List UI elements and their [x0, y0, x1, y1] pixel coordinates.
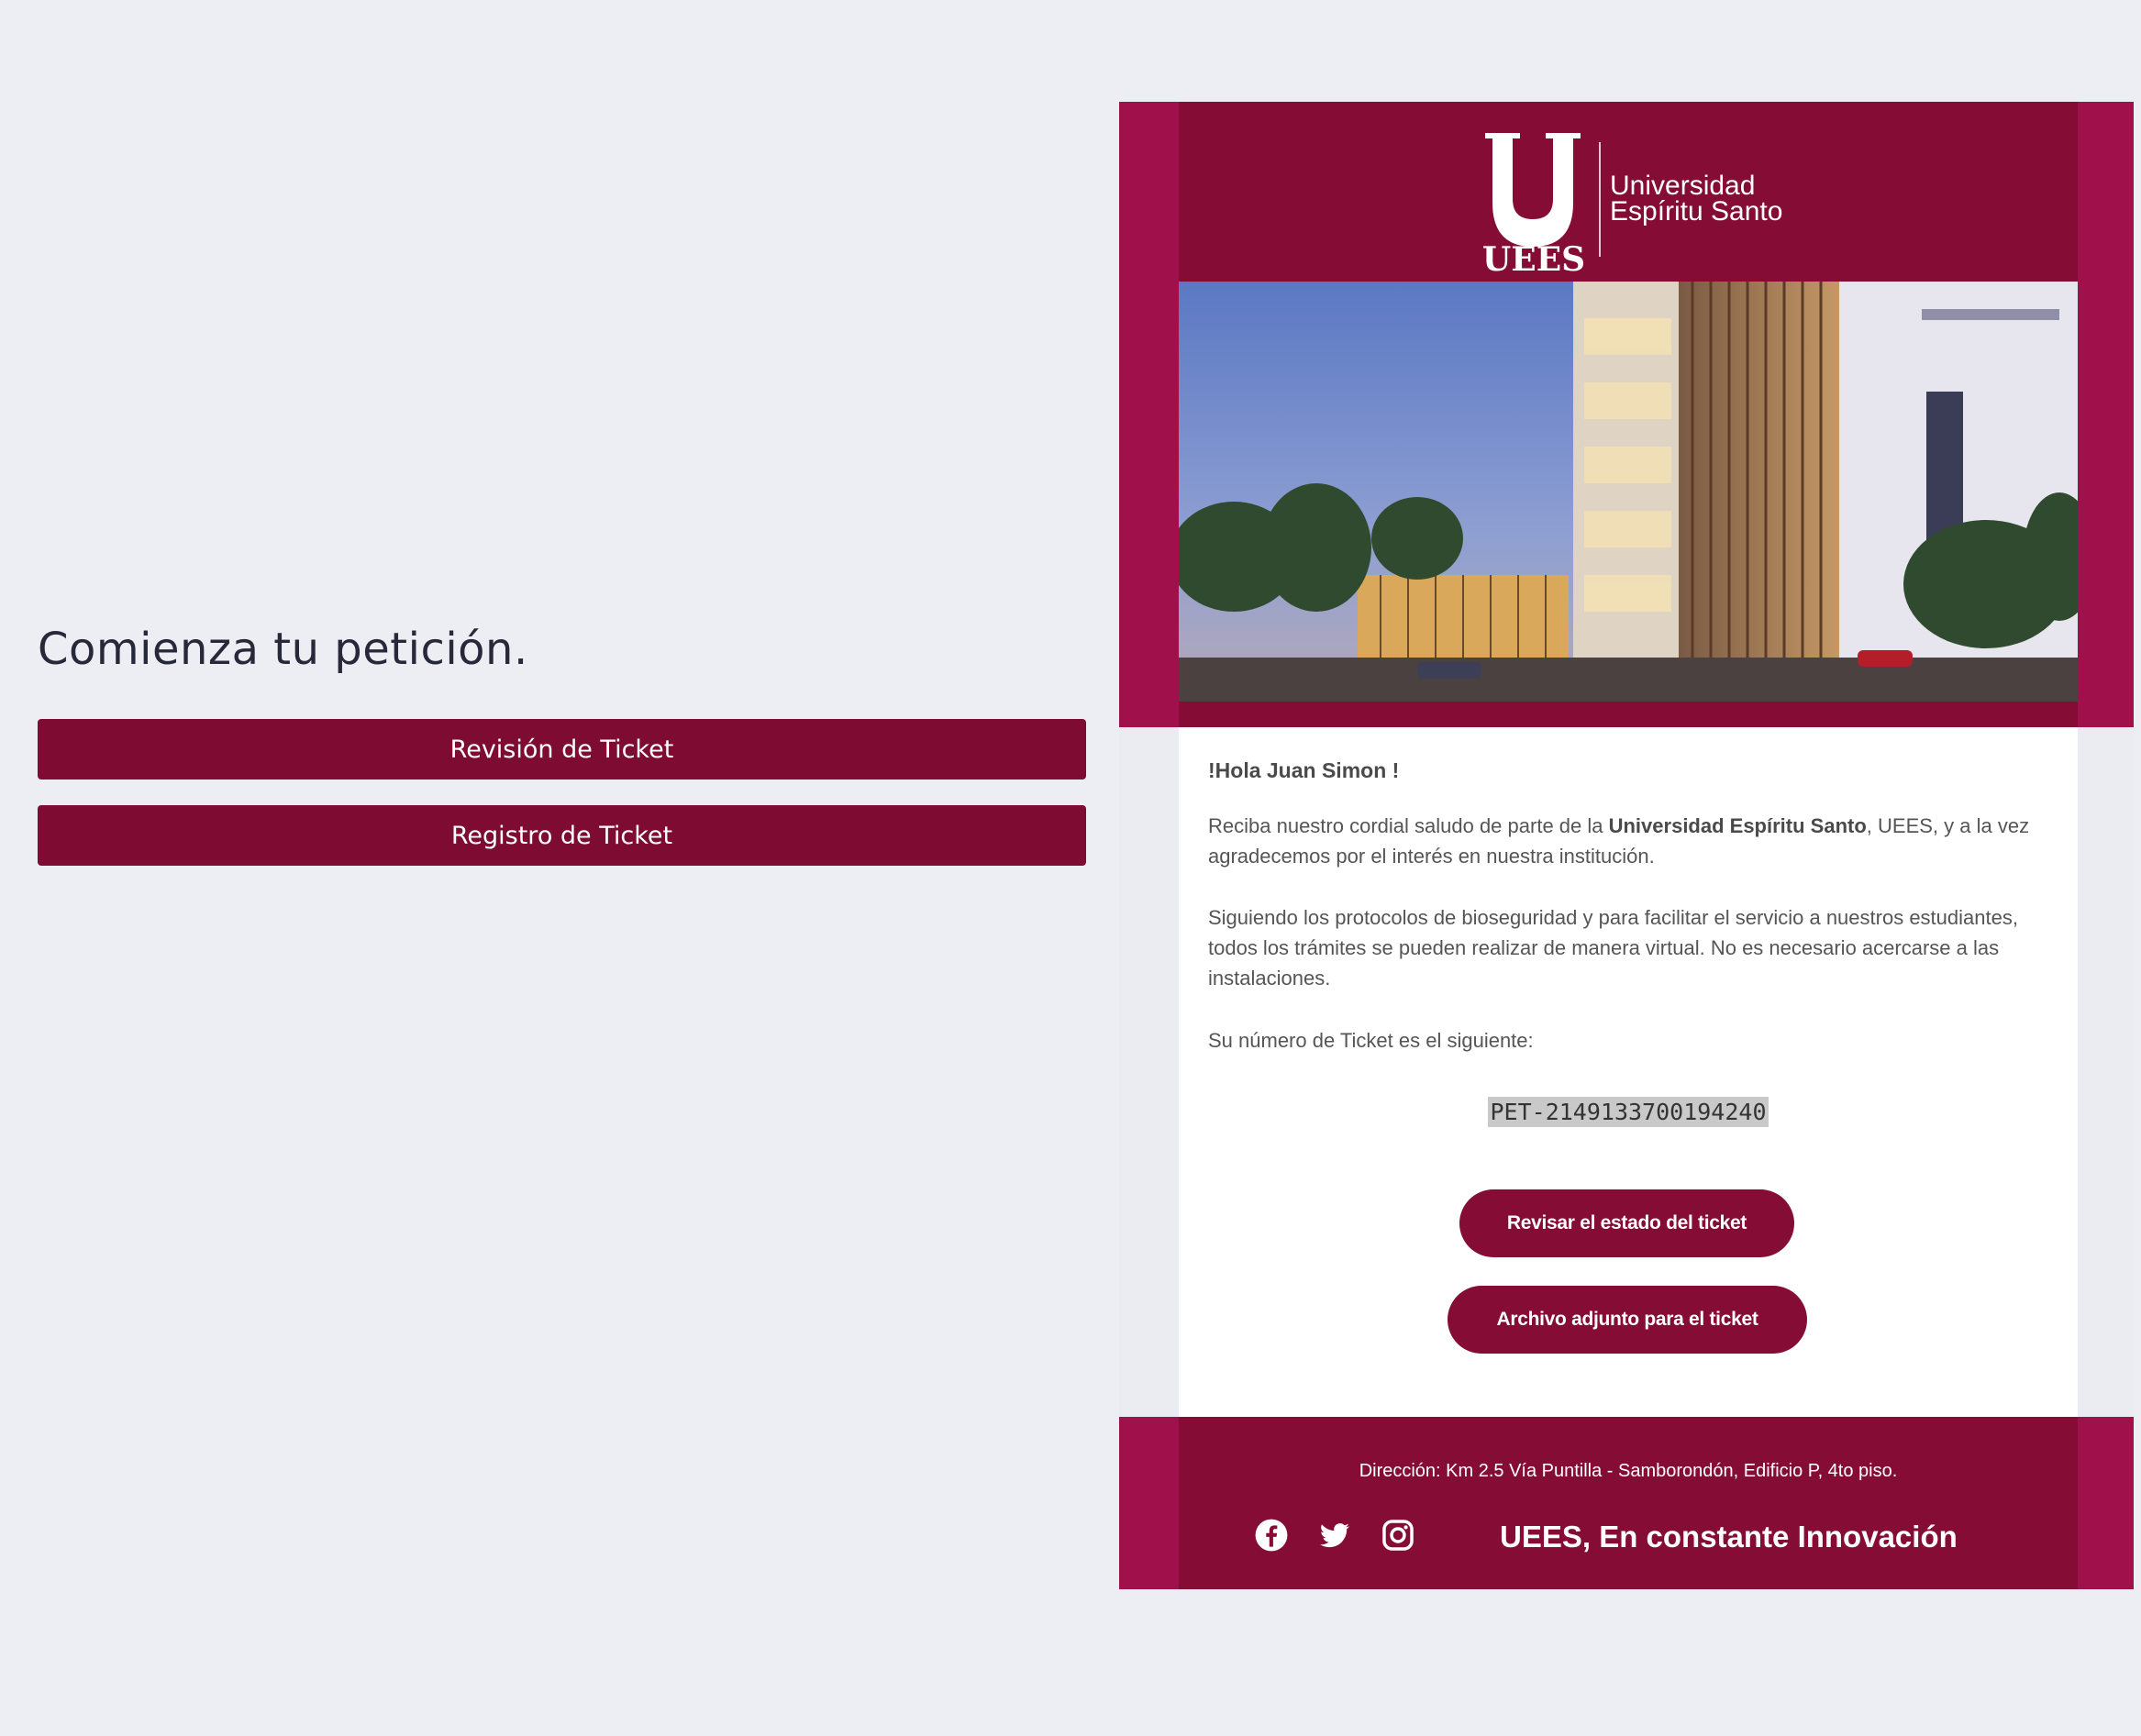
facebook-icon[interactable]: [1254, 1518, 1289, 1553]
svg-text:UEES: UEES: [1482, 240, 1585, 274]
logo-line-1: Universidad: [1610, 171, 1756, 201]
ticket-intro-text: Su número de Ticket es el siguiente:: [1208, 1029, 1534, 1052]
email-footer: Dirección: Km 2.5 Vía Puntilla - Samboro…: [1119, 1417, 2134, 1589]
email-preview: UEES Universidad Espíritu Santo !Hola Ju…: [1119, 102, 2134, 1589]
university-name: Universidad Espíritu Santo: [1608, 814, 1867, 837]
check-ticket-status-button[interactable]: Revisar el estado del ticket: [1459, 1189, 1794, 1257]
biosecurity-paragraph: Siguiendo los protocolos de bioseguridad…: [1208, 906, 2018, 990]
email-header: UEES Universidad Espíritu Santo: [1119, 102, 2134, 727]
logo-divider: [1599, 142, 1601, 257]
uees-logo-mark: UEES: [1482, 133, 1585, 274]
campus-building-image: [1179, 282, 2078, 702]
footer-slogan: UEES, En constante Innovación: [1500, 1520, 1958, 1554]
twitter-icon[interactable]: [1317, 1518, 1352, 1553]
instagram-icon[interactable]: [1381, 1518, 1415, 1553]
welcome-paragraph: Reciba nuestro cordial saludo de parte d…: [1208, 811, 2061, 871]
email-body: !Hola Juan Simon ! Reciba nuestro cordia…: [1119, 727, 2134, 1417]
ticket-attachment-button[interactable]: Archivo adjunto para el ticket: [1448, 1286, 1807, 1354]
ticket-number: PET-2149133700194240: [1179, 1097, 2078, 1127]
email-body-inner: !Hola Juan Simon ! Reciba nuestro cordia…: [1179, 727, 2078, 1417]
footer-address: Dirección: Km 2.5 Vía Puntilla - Samboro…: [1359, 1461, 1898, 1481]
ticket-review-button[interactable]: Revisión de Ticket: [38, 719, 1086, 780]
left-panel: Comienza tu petición. Revisión de Ticket…: [0, 0, 1110, 1736]
logo-text: Universidad Espíritu Santo: [1610, 171, 1783, 227]
email-footer-inner: Dirección: Km 2.5 Vía Puntilla - Samboro…: [1179, 1417, 2078, 1589]
logo-line-2: Espíritu Santo: [1610, 196, 1783, 227]
ticket-register-button[interactable]: Registro de Ticket: [38, 805, 1086, 866]
page-heading: Comienza tu petición.: [38, 624, 528, 675]
greeting: !Hola Juan Simon !: [1208, 758, 1400, 782]
ticket-number-value: PET-2149133700194240: [1488, 1097, 1769, 1127]
uees-logo: UEES Universidad Espíritu Santo: [1179, 127, 2078, 279]
welcome-text-start: Reciba nuestro cordial saludo de parte d…: [1208, 814, 1609, 837]
